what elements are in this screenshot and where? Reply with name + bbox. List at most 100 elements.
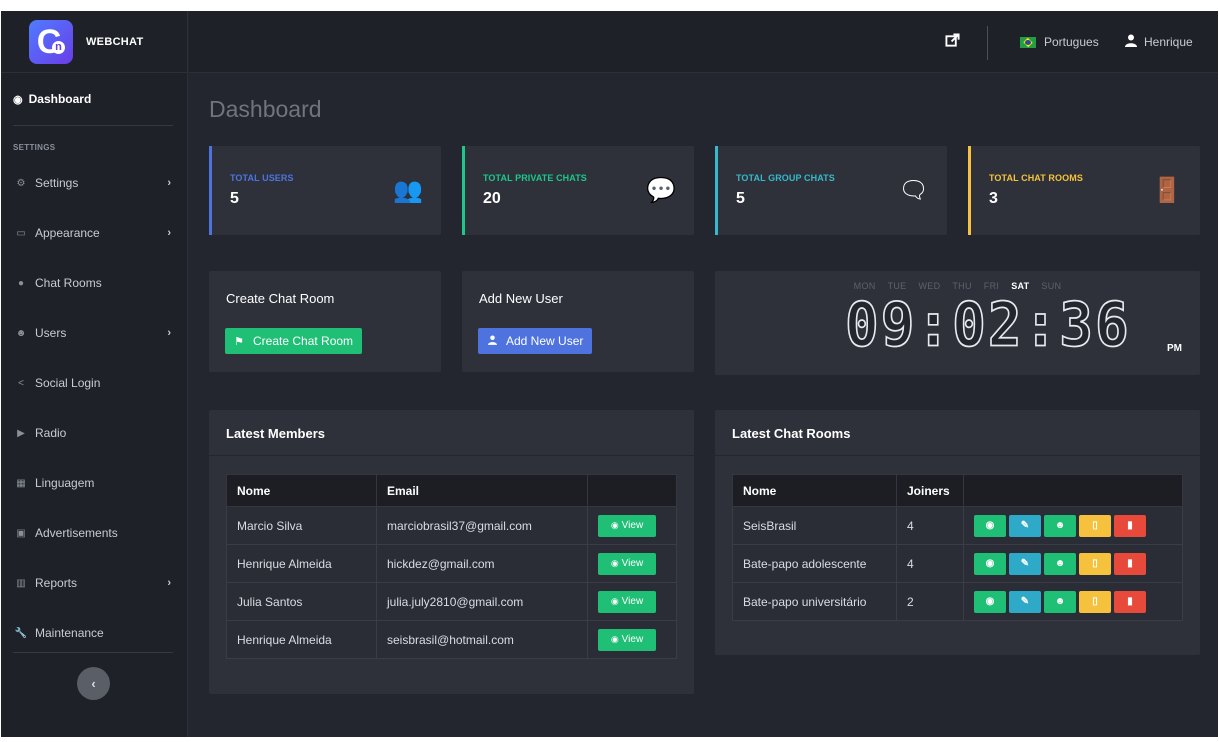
share-icon: <	[18, 377, 24, 389]
sidebar-item-social-login[interactable]: < Social Login	[1, 358, 187, 408]
trash-icon: ▯	[1092, 558, 1098, 569]
sidebar-item-label: Advertisements	[35, 526, 118, 540]
latest-members-header: Latest Members	[209, 410, 694, 456]
view-label: View	[621, 596, 644, 607]
sidebar-item-radio[interactable]: ▶ Radio	[1, 408, 187, 458]
sidebar: C n WEBCHAT ◉ Dashboard SETTINGS ⚙ Settin…	[1, 11, 188, 737]
language-selector[interactable]: Portugues	[1020, 35, 1099, 49]
stat-value: 5	[230, 190, 239, 207]
view-member-button[interactable]: ◉ View	[598, 514, 656, 537]
edit-icon: ✎	[1020, 558, 1030, 569]
member-name: Julia Santos	[226, 582, 377, 621]
view-label: View	[621, 520, 644, 531]
member-action-cell: ◉ View	[587, 506, 677, 545]
edit-icon: ✎	[1020, 520, 1030, 531]
rooms-table: Nome Joiners SeisBrasil 4 ◉ ✎ ☻ ▯ ▮ Bate-papo a…	[732, 474, 1183, 621]
sidebar-item-chat-rooms[interactable]: ● Chat Rooms	[1, 258, 187, 308]
sidebar-divider	[13, 652, 173, 653]
ad-icon: ▣	[16, 527, 26, 539]
eye-icon: ◉	[610, 558, 619, 568]
sidebar-item-label: Appearance	[35, 226, 100, 240]
table-header-row: Nome Email	[226, 474, 677, 507]
play-circle-icon: ▶	[17, 427, 25, 439]
view-room-button[interactable]: ◉	[974, 590, 1006, 613]
room-action-cell: ◉ ✎ ☻ ▯ ▮	[963, 544, 1183, 583]
topbar-divider	[987, 26, 988, 60]
user-menu[interactable]: Henrique	[1125, 34, 1193, 50]
view-room-button[interactable]: ◉	[974, 552, 1006, 575]
clear-room-button[interactable]: ▯	[1079, 552, 1111, 575]
add-user-button-label: Add New User	[506, 334, 584, 348]
trash-icon: ▯	[1092, 520, 1098, 531]
users-icon: ☻	[15, 327, 27, 339]
logo-sub: n	[52, 40, 65, 54]
sidebar-item-label: Users	[35, 326, 67, 340]
sidebar-item-maintenance[interactable]: 🔧 Maintenance	[1, 608, 187, 658]
stat-label: TOTAL PRIVATE CHATS	[483, 173, 587, 183]
trash-icon: ▮	[1127, 596, 1133, 607]
add-user-button[interactable]: Add New User	[478, 328, 593, 354]
member-name: Henrique Almeida	[226, 544, 377, 583]
chevron-right-icon: ›	[167, 327, 171, 339]
room-users-button[interactable]: ☻	[1044, 590, 1076, 613]
sidebar-item-reports[interactable]: ▥ Reports ›	[1, 558, 187, 608]
table-row: Henrique Almeida seisbrasil@hotmail.com ◉ V…	[226, 620, 677, 659]
room-name: SeisBrasil	[732, 506, 897, 545]
view-label: View	[621, 558, 644, 569]
edit-room-button[interactable]: ✎	[1009, 590, 1041, 613]
table-row: Julia Santos julia.july2810@gmail.com ◉ Vie…	[226, 582, 677, 621]
logo: C n	[29, 19, 73, 64]
sidebar-item-dashboard[interactable]: ◉ Dashboard	[1, 73, 187, 125]
comments-icon: 🗨	[898, 177, 929, 204]
cog-icon: ⚙	[16, 177, 26, 189]
column-header: Nome	[732, 474, 897, 507]
eye-icon: ◉	[985, 558, 995, 569]
user-icon	[478, 335, 506, 348]
table-header-row: Nome Joiners	[732, 474, 1183, 507]
sidebar-item-appearance[interactable]: ▭ Appearance ›	[1, 208, 187, 258]
brand[interactable]: C n WEBCHAT	[1, 11, 187, 73]
clock-time: 09:02:36	[844, 290, 1131, 362]
sidebar-item-label: Social Login	[35, 376, 101, 390]
clear-room-button[interactable]: ▯	[1079, 590, 1111, 613]
comment-icon: 💬	[646, 177, 676, 204]
member-action-cell: ◉ View	[587, 544, 677, 583]
create-room-card: Create Chat Room ⚑ Create Chat Room	[209, 271, 441, 372]
sidebar-collapse-button[interactable]: ‹	[77, 667, 110, 700]
create-room-button[interactable]: ⚑ Create Chat Room	[225, 328, 363, 354]
chevron-right-icon: ›	[167, 227, 171, 239]
delete-room-button[interactable]: ▮	[1114, 514, 1146, 537]
wrench-icon: 🔧	[14, 627, 28, 639]
edit-room-button[interactable]: ✎	[1009, 552, 1041, 575]
view-room-button[interactable]: ◉	[974, 514, 1006, 537]
member-name: Marcio Silva	[226, 506, 377, 545]
eye-icon: ◉	[610, 634, 619, 644]
sidebar-item-linguagem[interactable]: ▦ Linguagem	[1, 458, 187, 508]
external-link-icon[interactable]	[945, 33, 960, 52]
edit-room-button[interactable]: ✎	[1009, 514, 1041, 537]
view-member-button[interactable]: ◉ View	[598, 552, 656, 575]
view-member-button[interactable]: ◉ View	[598, 628, 656, 651]
sidebar-item-settings[interactable]: ⚙ Settings ›	[1, 158, 187, 208]
stat-card-total-users: TOTAL USERS 5 👥	[209, 146, 441, 235]
room-joiners: 4	[896, 544, 964, 583]
delete-room-button[interactable]: ▮	[1114, 552, 1146, 575]
sidebar-item-users[interactable]: ☻ Users ›	[1, 308, 187, 358]
clear-room-button[interactable]: ▯	[1079, 514, 1111, 537]
language-icon: ▦	[16, 477, 26, 489]
room-name: Bate-papo adolescente	[732, 544, 897, 583]
clock-ampm: PM	[1167, 343, 1182, 354]
room-users-button[interactable]: ☻	[1044, 552, 1076, 575]
room-users-button[interactable]: ☻	[1044, 514, 1076, 537]
member-email: seisbrasil@hotmail.com	[376, 620, 588, 659]
view-member-button[interactable]: ◉ View	[598, 590, 656, 613]
edit-icon: ✎	[1020, 596, 1030, 607]
sidebar-item-advertisements[interactable]: ▣ Advertisements	[1, 508, 187, 558]
delete-room-button[interactable]: ▮	[1114, 590, 1146, 613]
stat-label: TOTAL GROUP CHATS	[736, 173, 835, 183]
stat-card-total-chat-rooms: TOTAL CHAT ROOMS 3 🚪	[968, 146, 1200, 235]
member-email: marciobrasil37@gmail.com	[376, 506, 588, 545]
door-icon: 🚪	[1152, 177, 1182, 204]
latest-members-panel: Latest Members Nome Email Marcio Silva ma…	[209, 410, 694, 694]
column-header: Joiners	[896, 474, 964, 507]
